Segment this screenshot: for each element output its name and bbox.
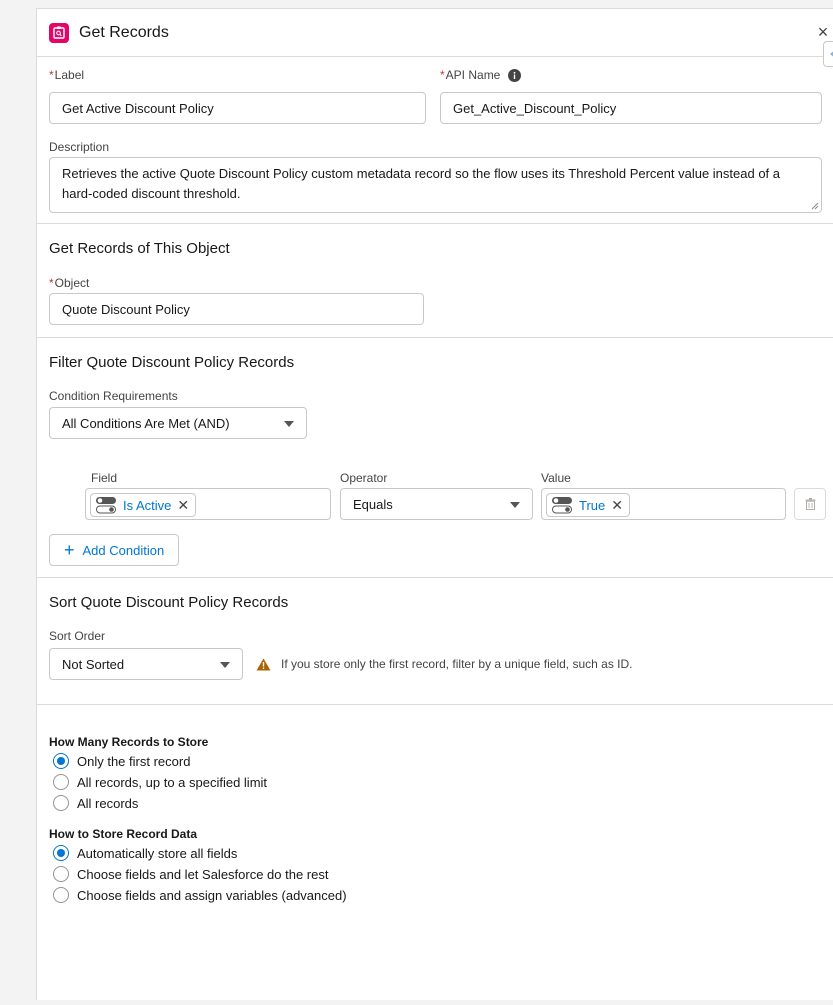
panel-title: Get Records xyxy=(79,23,169,41)
store-section: How Many Records to Store Only the first… xyxy=(37,705,833,1005)
object-section: Get Records of This Object *Object Quote… xyxy=(37,224,833,338)
operator-column-label: Operator xyxy=(340,471,388,485)
chevron-down-icon xyxy=(220,662,230,668)
toggle-icon xyxy=(96,497,116,514)
remove-field-icon[interactable]: ✕ xyxy=(177,498,189,512)
sort-order-label: Sort Order xyxy=(49,629,106,643)
field-column-label: Field xyxy=(91,471,118,485)
radio-button[interactable] xyxy=(53,845,69,861)
value-input[interactable]: True ✕ xyxy=(541,488,786,520)
object-section-title: Get Records of This Object xyxy=(49,240,230,257)
get-records-icon xyxy=(49,22,69,43)
radio-button[interactable] xyxy=(53,774,69,790)
sort-section-title: Sort Quote Discount Policy Records xyxy=(49,594,289,611)
radio-button[interactable] xyxy=(53,753,69,769)
general-section: *Label Get Active Discount Policy * API N… xyxy=(37,57,833,224)
filter-section-title: Filter Quote Discount Policy Records xyxy=(49,354,295,371)
condition-requirements-label: Condition Requirements xyxy=(49,389,178,403)
delete-condition-button[interactable] xyxy=(794,488,826,520)
radio-auto-store-fields[interactable]: Automatically store all fields xyxy=(53,845,237,861)
filter-section: Filter Quote Discount Policy Records Con… xyxy=(37,338,833,578)
how-to-store-title: How to Store Record Data xyxy=(49,827,198,841)
get-records-panel: Get Records × *Label Get Active Discount… xyxy=(36,8,833,1000)
chevron-down-icon xyxy=(284,421,294,427)
radio-choose-fields-salesforce[interactable]: Choose fields and let Salesforce do the … xyxy=(53,866,328,882)
object-field-label: *Object xyxy=(49,276,90,290)
operator-select[interactable]: Equals xyxy=(340,488,533,520)
field-pill[interactable]: Is Active ✕ xyxy=(90,493,197,517)
add-condition-button[interactable]: + Add Condition xyxy=(49,534,180,566)
radio-button[interactable] xyxy=(53,866,69,882)
radio-button[interactable] xyxy=(53,795,69,811)
panel-header: Get Records × xyxy=(37,9,833,67)
sort-order-select[interactable]: Not Sorted xyxy=(49,648,243,680)
field-input[interactable]: Is Active ✕ xyxy=(85,488,331,520)
label-field-label: *Label xyxy=(49,68,85,82)
object-input[interactable]: Quote Discount Policy xyxy=(49,293,424,325)
trash-icon xyxy=(805,498,815,510)
how-many-records-title: How Many Records to Store xyxy=(49,735,209,749)
label-input[interactable]: Get Active Discount Policy xyxy=(49,92,426,124)
warning-icon xyxy=(256,658,271,670)
radio-choose-fields-variables[interactable]: Choose fields and assign variables (adva… xyxy=(53,887,347,903)
description-textarea[interactable]: Retrieves the active Quote Discount Poli… xyxy=(49,157,822,213)
condition-requirements-select[interactable]: All Conditions Are Met (AND) xyxy=(49,407,307,439)
toggle-icon xyxy=(552,497,572,514)
close-icon[interactable]: × xyxy=(815,23,831,41)
remove-value-icon[interactable]: ✕ xyxy=(611,498,623,512)
description-label: Description xyxy=(49,140,110,154)
radio-button[interactable] xyxy=(53,887,69,903)
value-pill[interactable]: True ✕ xyxy=(546,493,630,517)
sort-warning: If you store only the first record, filt… xyxy=(256,657,633,671)
plus-icon: + xyxy=(64,540,75,560)
info-icon[interactable] xyxy=(508,68,522,82)
api-name-label: * API Name xyxy=(440,68,522,82)
value-column-label: Value xyxy=(541,471,571,485)
radio-all-records[interactable]: All records xyxy=(53,795,138,811)
resize-handle-icon[interactable] xyxy=(811,202,819,210)
radio-only-first-record[interactable]: Only the first record xyxy=(53,753,190,769)
chevron-down-icon xyxy=(510,502,520,508)
sort-section: Sort Quote Discount Policy Records Sort … xyxy=(37,578,833,705)
api-name-input[interactable]: Get_Active_Discount_Policy xyxy=(440,92,822,124)
radio-all-records-limit[interactable]: All records, up to a specified limit xyxy=(53,774,267,790)
